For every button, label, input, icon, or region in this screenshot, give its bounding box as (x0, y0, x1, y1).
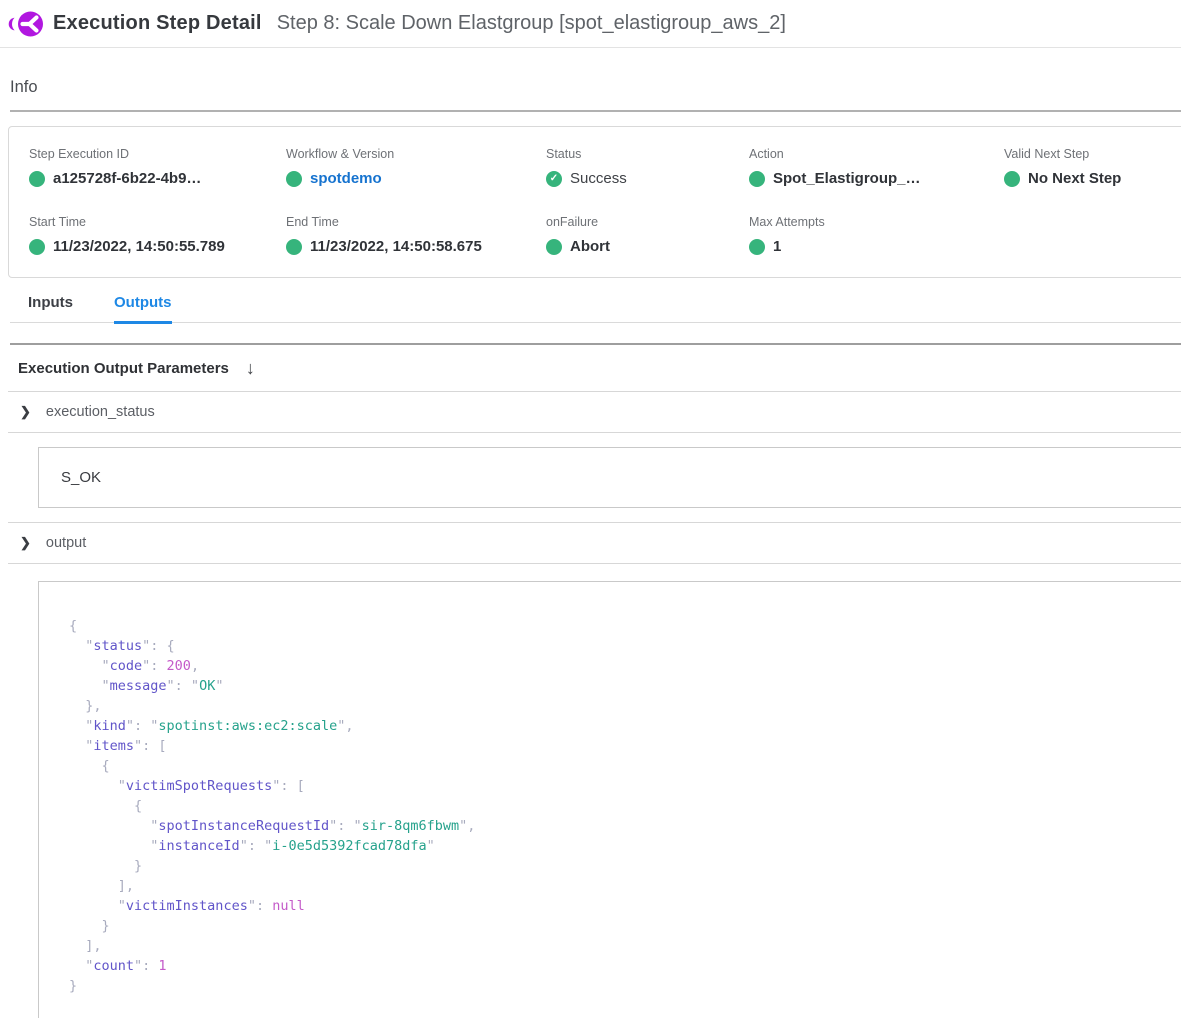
field-value-text: Spot_Elastigroup_… (773, 170, 921, 187)
field-value: No Next Step (1004, 170, 1181, 187)
divider (8, 432, 1181, 433)
field-value-text: No Next Step (1028, 170, 1121, 187)
code-line: } (69, 916, 1181, 936)
section-name: output (46, 535, 86, 551)
success-check-icon (749, 171, 765, 187)
field-label: Step Execution ID (29, 147, 286, 161)
success-check-icon: ✓ (546, 171, 562, 187)
code-line: "message": "OK" (69, 676, 1181, 696)
output-json-box: { "status": { "code": 200, "message": "O… (38, 581, 1181, 1018)
code-line: "kind": "spotinst:aws:ec2:scale", (69, 716, 1181, 736)
info-field: Valid Next Step No Next Step (1004, 147, 1181, 187)
field-value-text[interactable]: spotdemo (310, 170, 382, 187)
download-arrow-icon[interactable]: ↓ (246, 358, 255, 379)
code-line: ], (69, 876, 1181, 896)
code-line: "spotInstanceRequestId": "sir-8qm6fbwm", (69, 816, 1181, 836)
field-label: Workflow & Version (286, 147, 546, 161)
field-value-text: 1 (773, 238, 781, 255)
code-line: { (69, 616, 1181, 636)
code-line: "code": 200, (69, 656, 1181, 676)
field-label: Max Attempts (749, 215, 1004, 229)
field-value: 11/23/2022, 14:50:58.675 (286, 238, 546, 255)
success-check-icon (286, 239, 302, 255)
section-row-output[interactable]: ❯ output (0, 523, 1181, 563)
field-value-text: Abort (570, 238, 610, 255)
field-label: Valid Next Step (1004, 147, 1181, 161)
field-value: Spot_Elastigroup_… (749, 170, 1004, 187)
info-field: onFailure Abort (546, 215, 749, 255)
outputs-panel-header: Execution Output Parameters ↓ (0, 345, 1181, 391)
info-section-heading: Info (10, 78, 1181, 112)
outputs-panel-title: Execution Output Parameters (18, 360, 229, 377)
info-field: Max Attempts 1 (749, 215, 1004, 255)
code-line: } (69, 856, 1181, 876)
field-label: End Time (286, 215, 546, 229)
spot-logo-icon (8, 7, 44, 41)
success-check-icon (546, 239, 562, 255)
field-value-text: a125728f-6b22-4b9… (53, 170, 201, 187)
chevron-right-icon[interactable]: ❯ (20, 404, 31, 420)
field-value: ✓ Success (546, 170, 749, 187)
code-line: "victimSpotRequests": [ (69, 776, 1181, 796)
code-line: { (69, 756, 1181, 776)
code-line: "instanceId": "i-0e5d5392fcad78dfa" (69, 836, 1181, 856)
top-header: Execution Step Detail Step 8: Scale Down… (0, 0, 1181, 48)
field-value-text: 11/23/2022, 14:50:55.789 (53, 238, 225, 255)
info-field: Step Execution ID a125728f-6b22-4b9… (29, 147, 286, 187)
code-line: ], (69, 936, 1181, 956)
field-label: onFailure (546, 215, 749, 229)
field-label: Action (749, 147, 1004, 161)
field-value: 11/23/2022, 14:50:55.789 (29, 238, 286, 255)
code-line: "items": [ (69, 736, 1181, 756)
page-title: Execution Step Detail (53, 12, 262, 35)
field-value: Abort (546, 238, 749, 255)
info-field: End Time 11/23/2022, 14:50:58.675 (286, 215, 546, 255)
tab-inputs[interactable]: Inputs (28, 294, 73, 322)
tab-label: Outputs (114, 294, 172, 311)
field-value-text: Success (570, 170, 627, 187)
info-field: Action Spot_Elastigroup_… (749, 147, 1004, 187)
code-line: } (69, 976, 1181, 996)
tab-label: Inputs (28, 294, 73, 311)
info-field: Status ✓ Success (546, 147, 749, 187)
success-check-icon (29, 171, 45, 187)
divider (8, 563, 1181, 564)
tabs: Inputs Outputs (10, 294, 1181, 323)
section-row-execution-status[interactable]: ❯ execution_status (0, 392, 1181, 432)
section-name: execution_status (46, 404, 155, 420)
code-line: "status": { (69, 636, 1181, 656)
tab-outputs[interactable]: Outputs (114, 294, 172, 324)
success-check-icon (29, 239, 45, 255)
success-check-icon (749, 239, 765, 255)
page-subtitle: Step 8: Scale Down Elastgroup [spot_elas… (277, 12, 786, 35)
field-label: Start Time (29, 215, 286, 229)
success-check-icon (286, 171, 302, 187)
field-value: 1 (749, 238, 1004, 255)
execution-status-value-box: S_OK (38, 447, 1181, 508)
field-value: spotdemo (286, 170, 546, 187)
code-line: "count": 1 (69, 956, 1181, 976)
info-field: Workflow & Version spotdemo (286, 147, 546, 187)
field-value-text: 11/23/2022, 14:50:58.675 (310, 238, 482, 255)
code-line: "victimInstances": null (69, 896, 1181, 916)
code-line: { (69, 796, 1181, 816)
field-value: a125728f-6b22-4b9… (29, 170, 286, 187)
field-label: Status (546, 147, 749, 161)
code-line: }, (69, 696, 1181, 716)
info-field: Start Time 11/23/2022, 14:50:55.789 (29, 215, 286, 255)
step-info-card: Step Execution ID a125728f-6b22-4b9… Wor… (8, 126, 1181, 278)
chevron-right-icon[interactable]: ❯ (20, 535, 31, 551)
success-check-icon (1004, 171, 1020, 187)
